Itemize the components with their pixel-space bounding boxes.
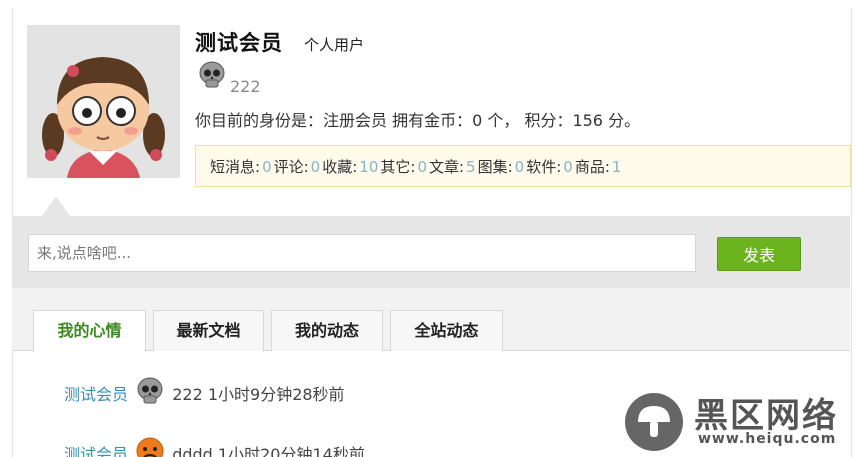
tab-my-mood[interactable]: 我的心情 bbox=[33, 310, 146, 352]
stat-albums[interactable]: 图集: 0 bbox=[478, 158, 527, 176]
stat-value: 0 bbox=[514, 158, 525, 176]
feed-text: dddd 1小时20分钟14秒前 bbox=[172, 445, 365, 457]
stat-label: 评论: bbox=[273, 158, 309, 176]
stat-label: 软件: bbox=[526, 158, 562, 176]
composer-pointer bbox=[42, 196, 70, 216]
stat-label: 其它: bbox=[380, 158, 416, 176]
stat-label: 文章: bbox=[428, 158, 465, 176]
stat-articles[interactable]: 文章: 5 bbox=[429, 158, 478, 176]
stat-value: 0 bbox=[310, 158, 321, 176]
publish-button[interactable]: 发表 bbox=[717, 237, 801, 271]
level-value: 222 bbox=[230, 77, 261, 96]
feed-item: 测试会员 dddd 1小时20分钟14秒前 bbox=[64, 436, 365, 457]
skull-icon bbox=[199, 61, 225, 88]
stat-label: 商品: bbox=[574, 158, 610, 176]
stat-messages[interactable]: 短消息: 0 bbox=[210, 158, 274, 176]
tab-site-activity[interactable]: 全站动态 bbox=[390, 310, 503, 351]
stat-value: 5 bbox=[466, 158, 476, 176]
feed-author-link[interactable]: 测试会员 bbox=[64, 385, 128, 404]
tab-latest-docs[interactable]: 最新文档 bbox=[153, 310, 264, 351]
stat-products[interactable]: 商品: 1 bbox=[575, 158, 624, 176]
tab-my-activity[interactable]: 我的动态 bbox=[271, 310, 383, 351]
stat-value: 0 bbox=[417, 158, 427, 176]
identity-summary: 你目前的身份是：注册会员 拥有金币：0 个， 积分：156 分。 bbox=[195, 111, 641, 130]
stat-comments[interactable]: 评论: 0 bbox=[274, 158, 323, 176]
skull-icon bbox=[137, 377, 163, 404]
stat-favorites[interactable]: 收藏: 10 bbox=[322, 158, 380, 176]
username: 测试会员 bbox=[195, 31, 283, 55]
stat-others[interactable]: 其它: 0 bbox=[380, 158, 429, 176]
stat-label: 图集: bbox=[477, 158, 513, 176]
stat-label: 短消息: bbox=[210, 158, 261, 176]
stat-value: 0 bbox=[563, 158, 573, 176]
mushroom-logo-icon bbox=[625, 393, 683, 451]
stat-value: 10 bbox=[359, 158, 379, 176]
user-stats-bar: 短消息: 0 评论: 0 收藏: 10 其它: 0 文章: 5 图集: 0 软件: 0 商品: 1 bbox=[195, 145, 851, 187]
stat-value: 1 bbox=[611, 158, 622, 176]
user-type: 个人用户 bbox=[304, 36, 365, 54]
user-avatar[interactable] bbox=[27, 25, 180, 178]
feed-text: 222 1小时9分钟28秒前 bbox=[172, 385, 345, 404]
stat-label: 收藏: bbox=[322, 158, 358, 176]
stat-software[interactable]: 软件: 0 bbox=[526, 158, 575, 176]
site-watermark: 黑区网络 www.heiqu.com bbox=[620, 386, 856, 457]
feed-item: 测试会员 222 1小时9分钟28秒前 bbox=[64, 376, 345, 406]
feed-author-link[interactable]: 测试会员 bbox=[64, 445, 128, 457]
girl-avatar-icon bbox=[27, 25, 180, 178]
stat-value: 0 bbox=[262, 158, 272, 176]
watermark-url: www.heiqu.com bbox=[698, 431, 837, 447]
member-center-page: 测试会员 个人用户 222 你目前的身份是：注册会员 拥有金币：0 个， 积分：… bbox=[0, 0, 856, 457]
mood-input[interactable] bbox=[28, 234, 696, 272]
watermark-title: 黑区网络 bbox=[694, 396, 838, 436]
angry-face-icon bbox=[136, 437, 164, 457]
